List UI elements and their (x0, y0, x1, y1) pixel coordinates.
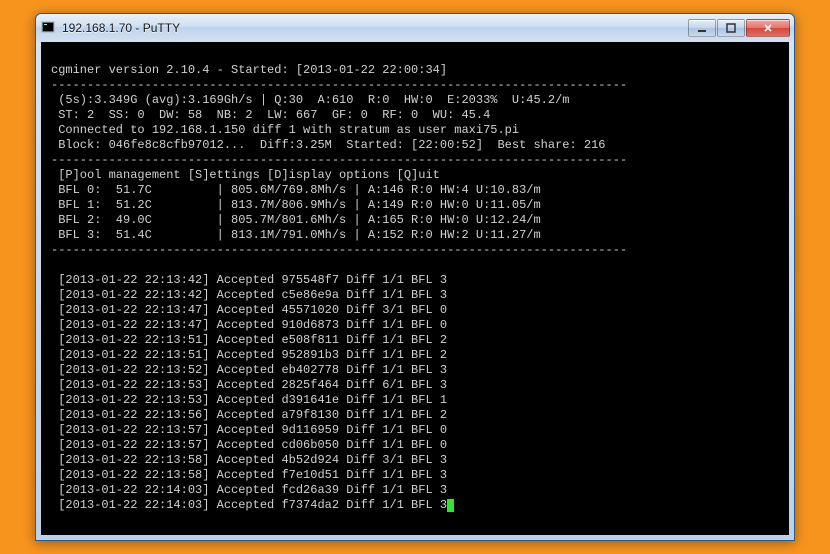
log-line: [2013-01-22 22:13:42] Accepted c5e86e9a … (51, 288, 447, 302)
log-line: [2013-01-22 22:13:53] Accepted d391641e … (51, 393, 447, 407)
close-button[interactable] (746, 19, 790, 37)
stats-line-1: (5s):3.349G (avg):3.169Gh/s | Q:30 A:610… (51, 93, 569, 107)
log-line: [2013-01-22 22:14:03] Accepted fcd26a39 … (51, 483, 447, 497)
minimize-button[interactable] (688, 19, 716, 37)
log-line: [2013-01-22 22:13:58] Accepted f7e10d51 … (51, 468, 447, 482)
terminal-cursor (447, 499, 454, 512)
log-line: [2013-01-22 22:13:51] Accepted 952891b3 … (51, 348, 447, 362)
window-title: 192.168.1.70 - PuTTY (62, 21, 688, 35)
log-line: [2013-01-22 22:13:57] Accepted cd06b050 … (51, 438, 447, 452)
log-line: [2013-01-22 22:13:53] Accepted 2825f464 … (51, 378, 447, 392)
log-line: [2013-01-22 22:13:52] Accepted eb402778 … (51, 363, 447, 377)
device-line: BFL 2: 49.0C | 805.7M/801.6Mh/s | A:165 … (51, 213, 541, 227)
maximize-button[interactable] (717, 19, 745, 37)
separator: ----------------------------------------… (51, 153, 627, 167)
menu-line: [P]ool management [S]ettings [D]isplay o… (51, 168, 440, 182)
log-line: [2013-01-22 22:13:47] Accepted 910d6873 … (51, 318, 447, 332)
window-controls (688, 19, 790, 37)
titlebar[interactable]: 192.168.1.70 - PuTTY (36, 14, 794, 42)
separator: ----------------------------------------… (51, 243, 627, 257)
device-line: BFL 3: 51.4C | 813.1M/791.0Mh/s | A:152 … (51, 228, 541, 242)
log-line: [2013-01-22 22:13:42] Accepted 975548f7 … (51, 273, 447, 287)
connection-line: Connected to 192.168.1.150 diff 1 with s… (51, 123, 519, 137)
log-line: [2013-01-22 22:13:56] Accepted a79f8130 … (51, 408, 447, 422)
log-line: [2013-01-22 22:14:03] Accepted f7374da2 … (51, 498, 447, 512)
putty-icon (40, 20, 56, 36)
log-line: [2013-01-22 22:13:47] Accepted 45571020 … (51, 303, 447, 317)
log-line: [2013-01-22 22:13:57] Accepted 9d116959 … (51, 423, 447, 437)
terminal-output[interactable]: cgminer version 2.10.4 - Started: [2013-… (41, 42, 789, 535)
stats-line-2: ST: 2 SS: 0 DW: 58 NB: 2 LW: 667 GF: 0 R… (51, 108, 490, 122)
putty-window: 192.168.1.70 - PuTTY cgminer version 2.1… (35, 13, 795, 541)
device-line: BFL 1: 51.2C | 813.7M/806.9Mh/s | A:149 … (51, 198, 541, 212)
block-line: Block: 046fe8c8cfb97012... Diff:3.25M St… (51, 138, 606, 152)
header-line: cgminer version 2.10.4 - Started: [2013-… (51, 63, 447, 77)
device-line: BFL 0: 51.7C | 805.6M/769.8Mh/s | A:146 … (51, 183, 541, 197)
log-line: [2013-01-22 22:13:58] Accepted 4b52d924 … (51, 453, 447, 467)
separator: ----------------------------------------… (51, 78, 627, 92)
log-line: [2013-01-22 22:13:51] Accepted e508f811 … (51, 333, 447, 347)
